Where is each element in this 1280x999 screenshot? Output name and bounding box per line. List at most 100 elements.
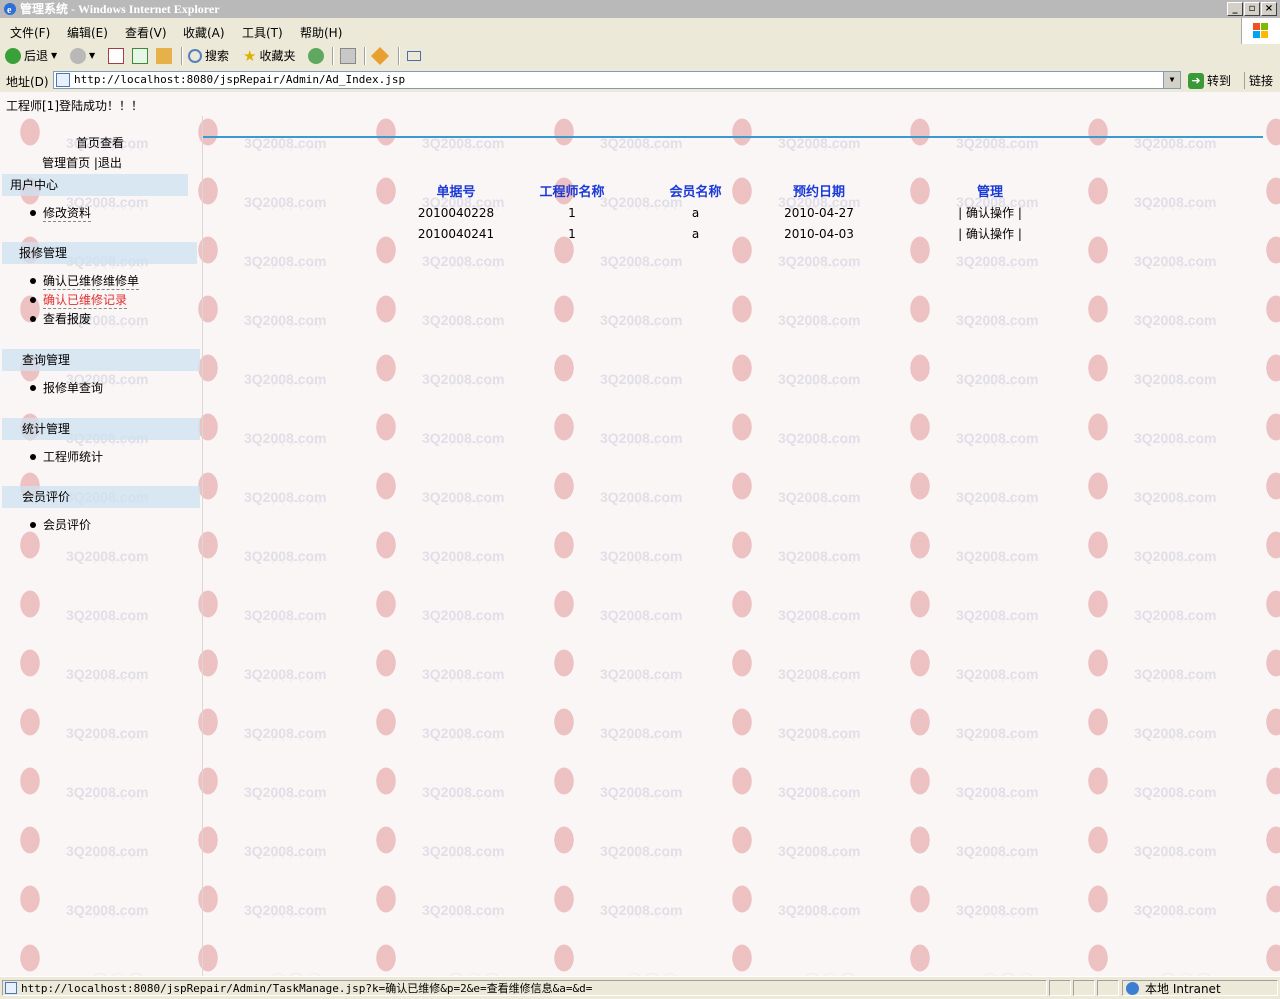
header-member-name: 会员名称 bbox=[669, 184, 722, 200]
home-view-link[interactable]: 首页查看 bbox=[0, 134, 200, 151]
menu-view[interactable]: 查看(V) bbox=[125, 24, 167, 41]
admin-home-logout-link[interactable]: 管理首页 |退出 bbox=[0, 154, 182, 171]
refresh-icon bbox=[132, 48, 148, 64]
history-button[interactable] bbox=[308, 47, 324, 65]
back-button[interactable]: 后退 ▼ bbox=[5, 47, 57, 65]
sidebar: 首页查看 管理首页 |退出 用户中心 修改资料 报修管理 确认已维修维修单 确认… bbox=[0, 116, 203, 976]
toolbar-separator bbox=[364, 47, 366, 65]
search-button[interactable]: 搜索 bbox=[188, 47, 229, 65]
links-button[interactable]: 链接 bbox=[1244, 72, 1273, 89]
go-button[interactable]: ➜ 转到 bbox=[1188, 72, 1231, 89]
status-cell bbox=[1073, 980, 1095, 996]
go-arrow-icon: ➜ bbox=[1188, 72, 1204, 89]
home-icon bbox=[156, 48, 172, 64]
title-bar: e 管理系统 - Windows Internet Explorer _ ▫ × bbox=[0, 0, 1280, 18]
chevron-down-icon: ▼ bbox=[89, 51, 96, 60]
confirm-operation-link[interactable]: | 确认操作 | bbox=[865, 223, 1115, 244]
table-row: 2010040228 1 a 2010-04-27 | 确认操作 | bbox=[386, 202, 1115, 223]
star-icon: ★ bbox=[243, 47, 257, 65]
login-message: 工程师[1]登陆成功！！！ bbox=[6, 99, 143, 113]
repair-records-table: 单据号 工程师名称 会员名称 预约日期 管理 2010040228 1 a 20… bbox=[386, 178, 1115, 244]
menu-edit[interactable]: 编辑(E) bbox=[67, 24, 108, 41]
minimize-button[interactable]: _ bbox=[1227, 2, 1243, 16]
cell-appointment-date: 2010-04-03 bbox=[784, 226, 854, 241]
cell-member-name: a bbox=[691, 205, 700, 220]
bullet-icon bbox=[30, 278, 36, 284]
back-arrow-icon bbox=[5, 48, 21, 64]
toolbar-separator bbox=[398, 47, 400, 65]
sidebar-item-repair-query[interactable]: 报修单查询 bbox=[30, 379, 103, 396]
confirm-operation-link[interactable]: | 确认操作 | bbox=[865, 202, 1115, 223]
restore-button[interactable]: ▫ bbox=[1244, 2, 1260, 16]
header-engineer-name: 工程师名称 bbox=[539, 184, 605, 200]
page-viewport: 3Q2008.com 3Q2008.com 3Q2008.com 3Q2008.com… bbox=[0, 92, 1280, 976]
svg-text:e: e bbox=[7, 5, 12, 16]
sidebar-item-member-review[interactable]: 会员评价 bbox=[30, 516, 91, 533]
page-icon bbox=[56, 73, 70, 87]
menu-favorites[interactable]: 收藏(A) bbox=[183, 24, 225, 41]
section-statistics-management: 统计管理 bbox=[2, 418, 200, 440]
section-repair-management: 报修管理 bbox=[2, 242, 197, 264]
messenger-button[interactable] bbox=[370, 46, 390, 66]
messenger-icon bbox=[370, 46, 390, 66]
address-bar: 地址(D) http://localhost:8080/jspRepair/Ad… bbox=[0, 68, 1280, 93]
forward-button[interactable]: ▼ bbox=[70, 47, 95, 65]
page-icon bbox=[5, 982, 17, 994]
status-cell bbox=[1049, 980, 1071, 996]
bullet-icon bbox=[30, 297, 36, 303]
bullet-icon bbox=[30, 210, 36, 216]
bullet-icon bbox=[30, 453, 36, 460]
address-input[interactable]: http://localhost:8080/jspRepair/Admin/Ad… bbox=[53, 71, 1181, 89]
refresh-button[interactable] bbox=[132, 47, 148, 65]
window-icon bbox=[407, 51, 421, 61]
home-button[interactable] bbox=[156, 47, 172, 65]
menu-tools[interactable]: 工具(T) bbox=[242, 24, 283, 41]
cell-order-number: 2010040241 bbox=[417, 226, 495, 241]
cell-engineer-name: 1 bbox=[568, 205, 576, 220]
header-manage: 管理 bbox=[976, 184, 1003, 200]
address-dropdown-icon[interactable]: ▼ bbox=[1163, 72, 1180, 88]
ie-logo-icon: e bbox=[4, 3, 16, 16]
security-zone: 本地 Intranet bbox=[1122, 980, 1278, 996]
menu-help[interactable]: 帮助(H) bbox=[300, 24, 342, 41]
table-row: 2010040241 1 a 2010-04-03 | 确认操作 | bbox=[386, 223, 1115, 244]
section-member-review: 会员评价 bbox=[2, 486, 200, 508]
stop-icon bbox=[108, 48, 124, 64]
close-button[interactable]: × bbox=[1261, 2, 1277, 16]
status-cell bbox=[1097, 980, 1119, 996]
header-order-number: 单据号 bbox=[436, 184, 476, 200]
chevron-down-icon: ▼ bbox=[51, 51, 58, 60]
cell-engineer-name: 1 bbox=[568, 226, 576, 241]
window-button[interactable] bbox=[407, 47, 421, 65]
printer-icon bbox=[340, 48, 356, 64]
sidebar-item-edit-profile[interactable]: 修改资料 bbox=[30, 204, 92, 222]
header-divider bbox=[203, 136, 1263, 138]
sidebar-item-engineer-statistics[interactable]: 工程师统计 bbox=[30, 448, 103, 465]
search-icon bbox=[188, 49, 202, 63]
sidebar-item-view-scrapped[interactable]: 查看报废 bbox=[30, 310, 91, 327]
address-label: 地址(D) bbox=[6, 75, 49, 89]
table-header-row: 单据号 工程师名称 会员名称 预约日期 管理 bbox=[386, 178, 1115, 202]
bullet-icon bbox=[30, 521, 36, 528]
cell-member-name: a bbox=[691, 226, 700, 241]
cell-order-number: 2010040228 bbox=[417, 205, 495, 220]
toolbar-separator bbox=[181, 47, 183, 65]
section-user-center: 用户中心 bbox=[2, 174, 188, 196]
menu-file[interactable]: 文件(F) bbox=[10, 24, 50, 41]
print-button[interactable] bbox=[340, 47, 356, 65]
history-icon bbox=[308, 48, 324, 64]
main-content: 单据号 工程师名称 会员名称 预约日期 管理 2010040228 1 a 20… bbox=[203, 116, 1280, 976]
sidebar-item-confirm-repair-records[interactable]: 确认已维修记录 bbox=[30, 291, 128, 309]
window-title: 管理系统 - Windows Internet Explorer bbox=[20, 2, 220, 16]
favorites-button[interactable]: ★ 收藏夹 bbox=[243, 47, 295, 65]
globe-icon bbox=[1126, 982, 1139, 995]
header-appointment-date: 预约日期 bbox=[792, 184, 845, 200]
status-url: http://localhost:8080/jspRepair/Admin/Ta… bbox=[2, 980, 1047, 996]
toolbar: 后退 ▼ ▼ 搜索 ★ 收藏夹 bbox=[0, 44, 1280, 69]
bullet-icon bbox=[30, 384, 36, 391]
section-query-management: 查询管理 bbox=[2, 349, 200, 371]
stop-button[interactable] bbox=[108, 47, 124, 65]
toolbar-separator bbox=[332, 47, 334, 65]
sidebar-item-confirm-repair-orders[interactable]: 确认已维修维修单 bbox=[30, 272, 140, 290]
cell-appointment-date: 2010-04-27 bbox=[784, 205, 854, 220]
